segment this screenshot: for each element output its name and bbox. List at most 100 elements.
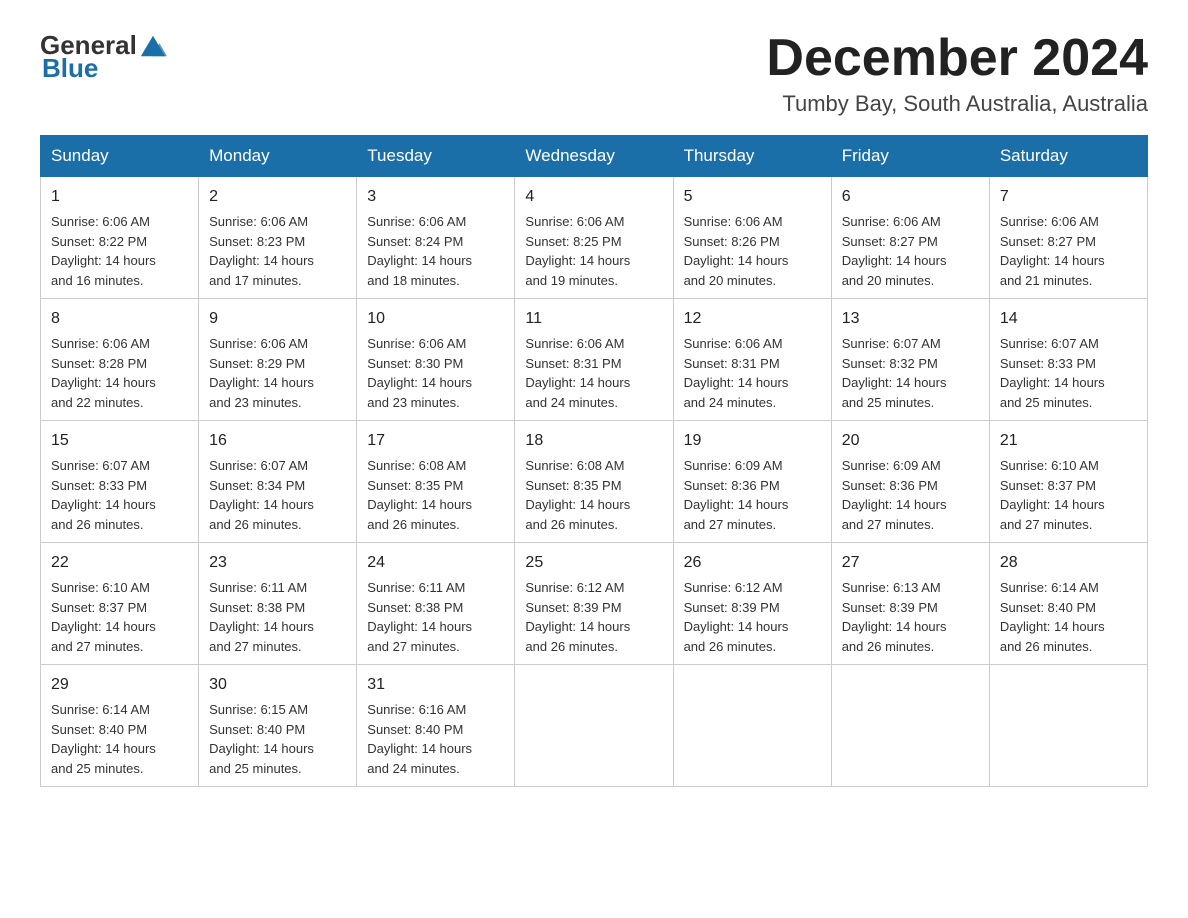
day-info: Sunrise: 6:06 AMSunset: 8:25 PMDaylight:… <box>525 214 630 288</box>
table-row <box>989 665 1147 787</box>
day-info: Sunrise: 6:12 AMSunset: 8:39 PMDaylight:… <box>525 580 630 654</box>
day-info: Sunrise: 6:06 AMSunset: 8:22 PMDaylight:… <box>51 214 156 288</box>
col-friday: Friday <box>831 136 989 177</box>
day-info: Sunrise: 6:06 AMSunset: 8:31 PMDaylight:… <box>684 336 789 410</box>
table-row: 31 Sunrise: 6:16 AMSunset: 8:40 PMDayligh… <box>357 665 515 787</box>
page-header: General Blue December 2024 Tumby Bay, So… <box>40 30 1148 117</box>
table-row: 24Sunrise: 6:11 AMSunset: 8:38 PMDayligh… <box>357 543 515 665</box>
day-info: Sunrise: 6:13 AMSunset: 8:39 PMDaylight:… <box>842 580 947 654</box>
col-saturday: Saturday <box>989 136 1147 177</box>
table-row <box>831 665 989 787</box>
day-info: Sunrise: 6:14 AMSunset: 8:40 PMDaylight:… <box>1000 580 1105 654</box>
table-row: 7Sunrise: 6:06 AMSunset: 8:27 PMDaylight… <box>989 177 1147 299</box>
table-row: 13Sunrise: 6:07 AMSunset: 8:32 PMDayligh… <box>831 299 989 421</box>
day-info: Sunrise: 6:06 AMSunset: 8:27 PMDaylight:… <box>842 214 947 288</box>
day-number: 12 <box>684 307 821 331</box>
day-info: Sunrise: 6:07 AMSunset: 8:34 PMDaylight:… <box>209 458 314 532</box>
table-row: 2 Sunrise: 6:06 AMSunset: 8:23 PMDaylight… <box>199 177 357 299</box>
table-row <box>515 665 673 787</box>
day-number: 11 <box>525 307 662 331</box>
table-row <box>673 665 831 787</box>
table-row: 18 Sunrise: 6:08 AMSunset: 8:35 PMDayligh… <box>515 421 673 543</box>
table-row: 4 Sunrise: 6:06 AMSunset: 8:25 PMDaylight… <box>515 177 673 299</box>
day-info: Sunrise: 6:08 AMSunset: 8:35 PMDaylight:… <box>525 458 630 532</box>
day-info: Sunrise: 6:08 AMSunset: 8:35 PMDaylight:… <box>367 458 472 532</box>
day-info: Sunrise: 6:10 AMSunset: 8:37 PMDaylight:… <box>51 580 156 654</box>
day-info: Sunrise: 6:10 AMSunset: 8:37 PMDaylight:… <box>1000 458 1105 532</box>
day-number: 21 <box>1000 429 1137 453</box>
day-number: 4 <box>525 185 662 209</box>
day-info: Sunrise: 6:06 AMSunset: 8:27 PMDaylight:… <box>1000 214 1105 288</box>
day-info: Sunrise: 6:06 AMSunset: 8:31 PMDaylight:… <box>525 336 630 410</box>
table-row: 28 Sunrise: 6:14 AMSunset: 8:40 PMDayligh… <box>989 543 1147 665</box>
table-row: 1 Sunrise: 6:06 AMSunset: 8:22 PMDaylight… <box>41 177 199 299</box>
day-number: 25 <box>525 551 662 575</box>
day-info: Sunrise: 6:09 AMSunset: 8:36 PMDaylight:… <box>684 458 789 532</box>
day-info: Sunrise: 6:06 AMSunset: 8:26 PMDaylight:… <box>684 214 789 288</box>
table-row: 5 Sunrise: 6:06 AMSunset: 8:26 PMDaylight… <box>673 177 831 299</box>
table-row: 26Sunrise: 6:12 AMSunset: 8:39 PMDayligh… <box>673 543 831 665</box>
table-row: 3 Sunrise: 6:06 AMSunset: 8:24 PMDaylight… <box>357 177 515 299</box>
day-info: Sunrise: 6:07 AMSunset: 8:32 PMDaylight:… <box>842 336 947 410</box>
day-number: 24 <box>367 551 504 575</box>
day-info: Sunrise: 6:06 AMSunset: 8:24 PMDaylight:… <box>367 214 472 288</box>
day-number: 8 <box>51 307 188 331</box>
col-monday: Monday <box>199 136 357 177</box>
table-row: 22Sunrise: 6:10 AMSunset: 8:37 PMDayligh… <box>41 543 199 665</box>
day-number: 19 <box>684 429 821 453</box>
day-info: Sunrise: 6:15 AMSunset: 8:40 PMDaylight:… <box>209 702 314 776</box>
day-info: Sunrise: 6:12 AMSunset: 8:39 PMDaylight:… <box>684 580 789 654</box>
location-title: Tumby Bay, South Australia, Australia <box>766 91 1148 117</box>
day-number: 3 <box>367 185 504 209</box>
day-number: 10 <box>367 307 504 331</box>
table-row: 27 Sunrise: 6:13 AMSunset: 8:39 PMDayligh… <box>831 543 989 665</box>
table-row: 17 Sunrise: 6:08 AMSunset: 8:35 PMDayligh… <box>357 421 515 543</box>
day-info: Sunrise: 6:06 AMSunset: 8:23 PMDaylight:… <box>209 214 314 288</box>
day-number: 23 <box>209 551 346 575</box>
table-row: 14 Sunrise: 6:07 AMSunset: 8:33 PMDayligh… <box>989 299 1147 421</box>
table-row: 25 Sunrise: 6:12 AMSunset: 8:39 PMDayligh… <box>515 543 673 665</box>
logo-blue-text: Blue <box>42 53 98 84</box>
table-row: 30 Sunrise: 6:15 AMSunset: 8:40 PMDayligh… <box>199 665 357 787</box>
title-block: December 2024 Tumby Bay, South Australia… <box>766 30 1148 117</box>
table-row: 21 Sunrise: 6:10 AMSunset: 8:37 PMDayligh… <box>989 421 1147 543</box>
table-row: 8 Sunrise: 6:06 AMSunset: 8:28 PMDaylight… <box>41 299 199 421</box>
month-title: December 2024 <box>766 30 1148 87</box>
logo-icon <box>139 32 167 60</box>
day-number: 5 <box>684 185 821 209</box>
table-row: 19 Sunrise: 6:09 AMSunset: 8:36 PMDayligh… <box>673 421 831 543</box>
day-number: 14 <box>1000 307 1137 331</box>
day-info: Sunrise: 6:14 AMSunset: 8:40 PMDaylight:… <box>51 702 156 776</box>
calendar-header-row: Sunday Monday Tuesday Wednesday Thursday… <box>41 136 1148 177</box>
day-number: 16 <box>209 429 346 453</box>
table-row: 29 Sunrise: 6:14 AMSunset: 8:40 PMDayligh… <box>41 665 199 787</box>
day-info: Sunrise: 6:06 AMSunset: 8:29 PMDaylight:… <box>209 336 314 410</box>
day-number: 30 <box>209 673 346 697</box>
logo: General Blue <box>40 30 167 84</box>
col-thursday: Thursday <box>673 136 831 177</box>
day-number: 27 <box>842 551 979 575</box>
table-row: 23 Sunrise: 6:11 AMSunset: 8:38 PMDayligh… <box>199 543 357 665</box>
day-info: Sunrise: 6:06 AMSunset: 8:30 PMDaylight:… <box>367 336 472 410</box>
day-info: Sunrise: 6:16 AMSunset: 8:40 PMDaylight:… <box>367 702 472 776</box>
day-number: 31 <box>367 673 504 697</box>
day-number: 1 <box>51 185 188 209</box>
table-row: 11 Sunrise: 6:06 AMSunset: 8:31 PMDayligh… <box>515 299 673 421</box>
day-number: 2 <box>209 185 346 209</box>
day-info: Sunrise: 6:06 AMSunset: 8:28 PMDaylight:… <box>51 336 156 410</box>
day-info: Sunrise: 6:07 AMSunset: 8:33 PMDaylight:… <box>1000 336 1105 410</box>
day-info: Sunrise: 6:11 AMSunset: 8:38 PMDaylight:… <box>209 580 314 654</box>
table-row: 15 Sunrise: 6:07 AMSunset: 8:33 PMDayligh… <box>41 421 199 543</box>
day-info: Sunrise: 6:07 AMSunset: 8:33 PMDaylight:… <box>51 458 156 532</box>
col-wednesday: Wednesday <box>515 136 673 177</box>
table-row: 10 Sunrise: 6:06 AMSunset: 8:30 PMDayligh… <box>357 299 515 421</box>
day-number: 9 <box>209 307 346 331</box>
day-number: 18 <box>525 429 662 453</box>
day-number: 29 <box>51 673 188 697</box>
table-row: 16 Sunrise: 6:07 AMSunset: 8:34 PMDayligh… <box>199 421 357 543</box>
day-number: 15 <box>51 429 188 453</box>
day-number: 17 <box>367 429 504 453</box>
day-number: 28 <box>1000 551 1137 575</box>
day-info: Sunrise: 6:09 AMSunset: 8:36 PMDaylight:… <box>842 458 947 532</box>
col-tuesday: Tuesday <box>357 136 515 177</box>
